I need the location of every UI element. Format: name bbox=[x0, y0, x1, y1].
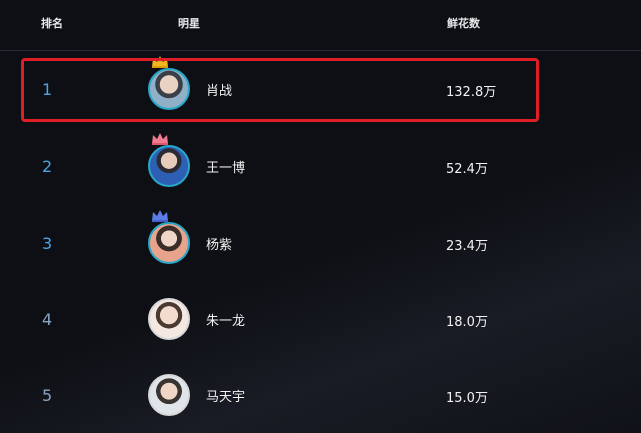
star-name[interactable]: 朱一龙 bbox=[206, 310, 245, 329]
flower-count: 18.0万 bbox=[446, 315, 488, 330]
rank-column-header: 排名 bbox=[41, 17, 63, 30]
flower-count: 52.4万 bbox=[446, 162, 488, 177]
star-column-header: 明星 bbox=[178, 17, 200, 30]
avatar[interactable] bbox=[148, 222, 190, 264]
avatar[interactable] bbox=[148, 298, 190, 340]
rank-number: 4 bbox=[42, 310, 53, 329]
star-name[interactable]: 杨紫 bbox=[206, 234, 232, 253]
highlight-box bbox=[21, 58, 539, 122]
rank-number: 5 bbox=[42, 386, 53, 405]
ranking-row[interactable]: 4 朱一龙 18.0万 bbox=[20, 290, 620, 350]
flowers-column-header: 鲜花数 bbox=[447, 17, 480, 30]
ranking-row[interactable]: 5 马天宇 15.0万 bbox=[20, 366, 620, 426]
ranking-row[interactable]: 2 王一博 52.4万 bbox=[20, 133, 620, 197]
pink-crown-icon bbox=[152, 133, 168, 145]
star-name[interactable]: 马天宇 bbox=[206, 386, 245, 405]
flower-count: 15.0万 bbox=[446, 391, 488, 406]
rank-number: 3 bbox=[42, 234, 53, 253]
flower-count: 23.4万 bbox=[446, 239, 488, 254]
blue-crown-icon bbox=[152, 210, 168, 222]
avatar[interactable] bbox=[148, 374, 190, 416]
avatar[interactable] bbox=[148, 145, 190, 187]
ranking-row[interactable]: 3 杨紫 23.4万 bbox=[20, 210, 620, 274]
table-header: 排名 明星 鲜花数 bbox=[0, 0, 641, 51]
star-name[interactable]: 王一博 bbox=[206, 157, 245, 176]
rank-number: 2 bbox=[42, 157, 53, 176]
